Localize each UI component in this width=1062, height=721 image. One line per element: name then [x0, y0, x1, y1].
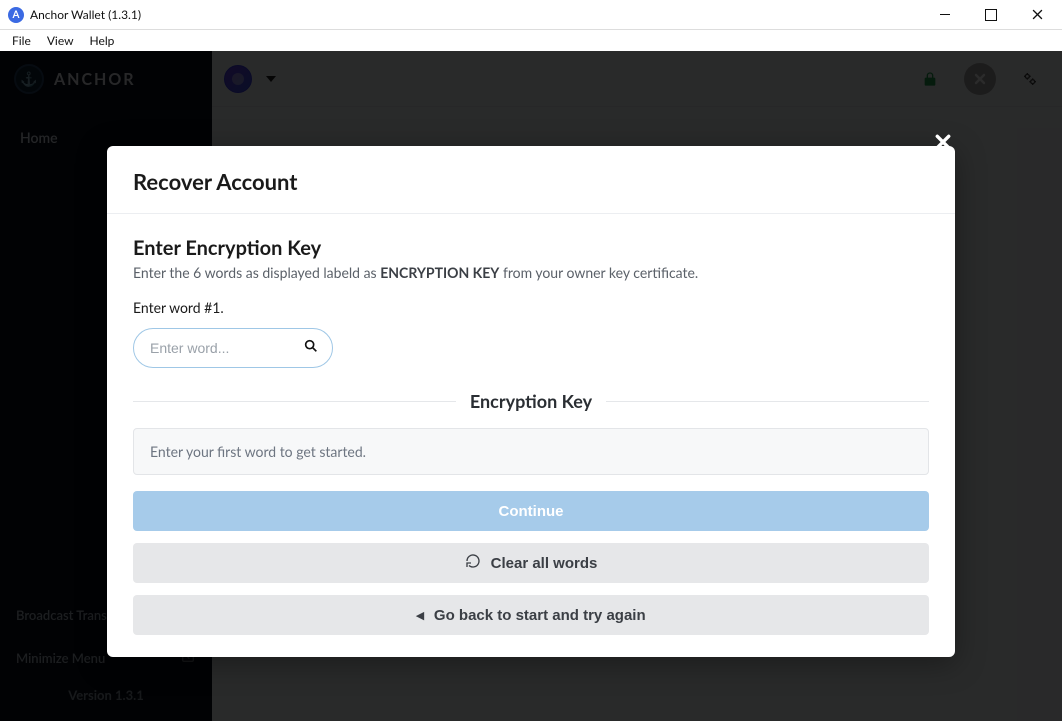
- section-desc-post: from your owner key certificate.: [499, 264, 698, 281]
- clear-all-words-button[interactable]: Clear all words: [133, 543, 929, 583]
- app-icon: [8, 7, 24, 23]
- button-label: Go back to start and try again: [434, 607, 646, 624]
- menu-help[interactable]: Help: [82, 31, 123, 50]
- search-icon: [303, 338, 319, 358]
- app-menubar: File View Help: [0, 30, 1062, 51]
- caret-left-icon: ◂: [416, 606, 424, 624]
- modal-body: Enter Encryption Key Enter the 6 words a…: [107, 214, 955, 635]
- app-body: ANCHOR Home Broadcast Transaction Minimi…: [0, 51, 1062, 721]
- word-prompt: Enter word #1.: [133, 299, 929, 316]
- window-close-button[interactable]: [1014, 0, 1060, 30]
- window-maximize-button[interactable]: [968, 0, 1014, 30]
- close-icon: [935, 134, 951, 150]
- close-icon: [1032, 9, 1043, 20]
- encryption-key-info: Enter your first word to get started.: [133, 428, 929, 475]
- section-desc-strong: ENCRYPTION KEY: [380, 264, 499, 281]
- window-minimize-button[interactable]: [922, 0, 968, 30]
- modal-close-button[interactable]: [929, 128, 957, 156]
- continue-button[interactable]: Continue: [133, 491, 929, 531]
- go-back-button[interactable]: ◂ Go back to start and try again: [133, 595, 929, 635]
- button-label: Continue: [499, 503, 564, 520]
- window-title: Anchor Wallet (1.3.1): [30, 7, 141, 22]
- encryption-key-divider: Encryption Key: [133, 390, 929, 412]
- section-title: Enter Encryption Key: [133, 236, 929, 260]
- refresh-icon: [465, 553, 481, 573]
- section-desc-pre: Enter the 6 words as displayed labeld as: [133, 264, 380, 281]
- word-input-wrap: [133, 328, 333, 368]
- menu-view[interactable]: View: [39, 31, 82, 50]
- modal-header: Recover Account: [107, 146, 955, 214]
- modal-title: Recover Account: [133, 168, 929, 195]
- menu-file[interactable]: File: [4, 31, 39, 50]
- button-label: Clear all words: [491, 555, 598, 572]
- divider-line: [606, 401, 929, 402]
- window-titlebar: Anchor Wallet (1.3.1): [0, 0, 1062, 30]
- recover-account-modal: Recover Account Enter Encryption Key Ent…: [107, 146, 955, 657]
- section-description: Enter the 6 words as displayed labeld as…: [133, 264, 929, 281]
- divider-line: [133, 401, 456, 402]
- divider-label: Encryption Key: [470, 390, 592, 412]
